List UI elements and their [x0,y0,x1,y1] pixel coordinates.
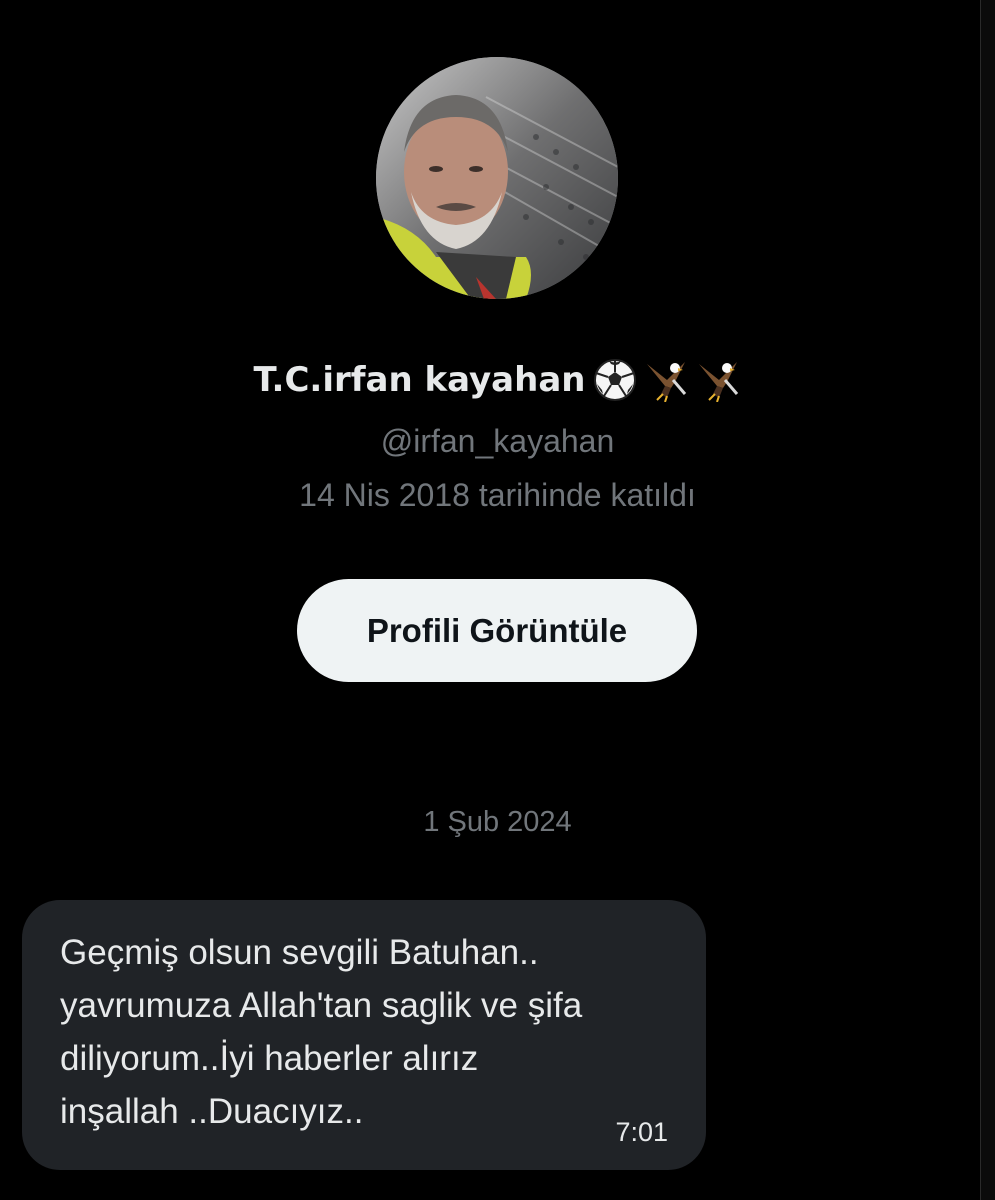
message-time: 7:01 [615,1117,668,1147]
joined-date: 14 Nis 2018 tarihinde katıldı [299,477,696,513]
soccer-ball-icon [594,359,637,401]
eagle-icon [647,362,687,402]
message-bubble[interactable]: Geçmiş olsun sevgili Batuhan.. yavrumuza… [22,900,706,1170]
view-profile-button[interactable]: Profili Görüntüle [297,579,697,682]
profile-handle: @irfan_kayahan [380,423,615,459]
avatar[interactable] [376,57,618,299]
display-name-text: T.C.irfan kayahan [253,360,586,400]
message-text: Geçmiş olsun sevgili Batuhan.. yavrumuza… [60,933,583,1131]
avatar-photo [376,57,618,299]
display-name: T.C.irfan kayahan [0,358,995,402]
eagle-icon [699,362,739,402]
date-separator: 1 Şub 2024 [423,806,572,838]
scrollbar[interactable] [980,0,995,1200]
